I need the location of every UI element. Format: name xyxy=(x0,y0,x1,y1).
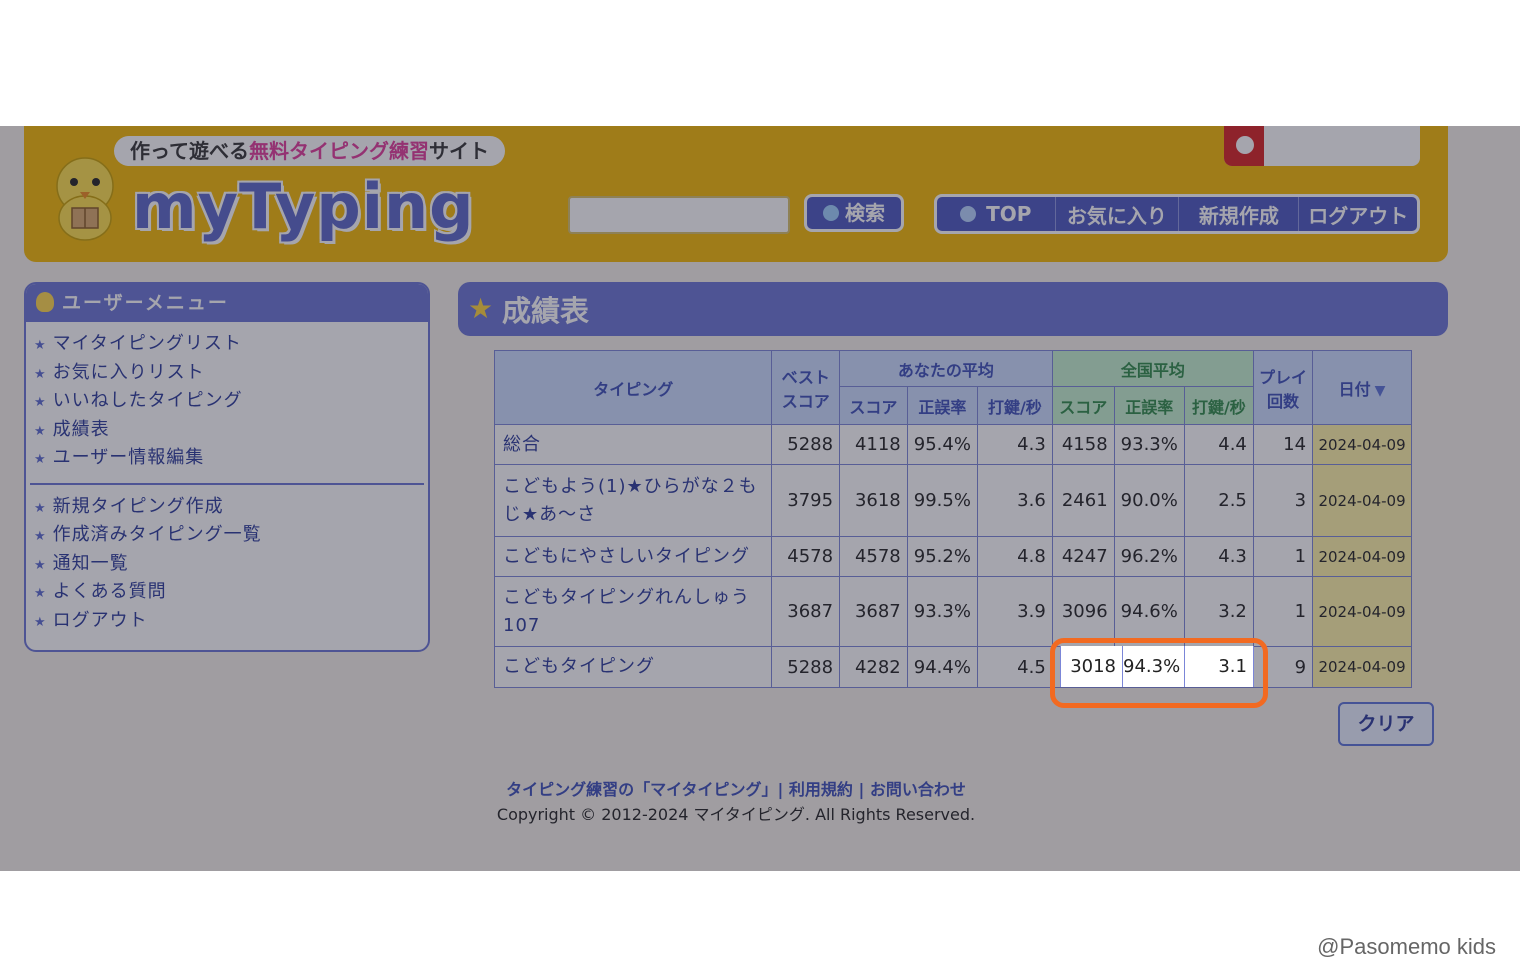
page-screenshot: 作って遊べる無料タイピング練習サイト myTyping 検索 TOP お気に入り… xyxy=(0,126,1520,871)
dim-overlay xyxy=(0,126,1520,871)
highlight-frame xyxy=(1050,638,1268,708)
watermark: @Pasomemo kids xyxy=(1317,934,1496,959)
